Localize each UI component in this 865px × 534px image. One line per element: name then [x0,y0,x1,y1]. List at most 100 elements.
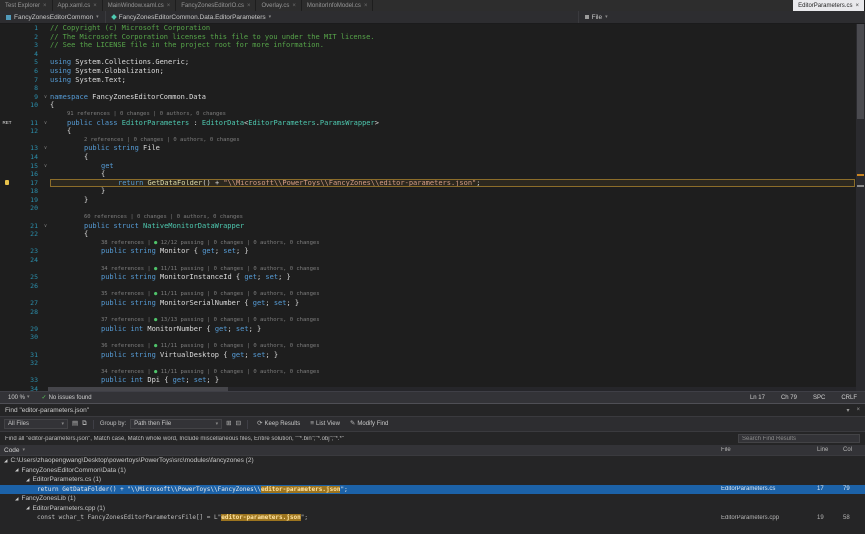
list-view-button[interactable]: ≡ List View [307,421,343,428]
breakpoint-margin[interactable] [0,359,14,368]
breakpoint-margin[interactable] [0,282,14,291]
close-icon[interactable]: × [292,3,296,9]
files-filter-dropdown[interactable]: All Files ▾ [4,419,68,429]
file-column-header[interactable]: File [721,447,817,453]
breakpoint-margin[interactable] [0,333,14,342]
breakpoint-margin[interactable]: RET [0,119,14,128]
member-dropdown[interactable]: File ▾ [579,11,865,23]
breakpoint-margin[interactable] [0,230,14,239]
code-column-header[interactable]: Code ▾ [0,447,721,454]
find-result-match[interactable]: return GetDataFolder() + "\\Microsoft\\P… [0,485,865,495]
breakpoint-margin[interactable] [0,136,14,145]
collapse-all-icon[interactable]: ⊟ [236,421,241,428]
close-icon[interactable]: × [856,407,860,414]
collapse-icon[interactable]: ◢ [26,477,29,483]
close-icon[interactable]: × [364,3,368,9]
breakpoint-margin[interactable] [0,247,14,256]
col-column-header[interactable]: Col [843,447,865,453]
editor-horizontal-scrollbar[interactable] [48,387,856,391]
fold-icon[interactable]: ∨ [41,93,50,102]
collapse-icon[interactable]: ◢ [26,505,29,511]
document-health-indicator[interactable]: ✓ No issues found [42,394,92,401]
breakpoint-margin[interactable] [0,325,14,334]
code-editor[interactable]: 1// Copyright (c) Microsoft Corporation2… [0,24,865,391]
tab-overlay-cs[interactable]: Overlay.cs× [256,0,301,11]
lightbulb-icon[interactable] [5,180,9,185]
breakpoint-margin[interactable] [0,187,14,196]
open-file-icon[interactable]: ▤ [72,421,78,428]
fold-icon[interactable]: ∨ [41,119,50,128]
breakpoint-margin[interactable] [0,101,14,110]
breakpoint-margin[interactable] [0,144,14,153]
codelens-row[interactable]: 2 references | 0 changes | 0 authors, 0 … [0,136,865,145]
codelens-row[interactable]: 34 references | ● 11/11 passing | 0 chan… [0,265,865,274]
keep-results-button[interactable]: ⟳ Keep Results [254,421,303,428]
breakpoint-margin[interactable] [0,204,14,213]
tab-fancyzoneseditorio-cs[interactable]: FancyZonesEditorIO.cs× [176,0,256,11]
breakpoint-margin[interactable] [0,179,14,188]
breakpoint-margin[interactable] [0,84,14,93]
collapse-icon[interactable]: ◢ [4,458,7,464]
breakpoint-margin[interactable] [0,110,14,119]
close-icon[interactable]: × [247,3,251,9]
status-line-endings[interactable]: CRLF [841,395,857,401]
find-result-group[interactable]: ◢EditorParameters.cpp (1) [0,504,865,514]
breakpoint-margin[interactable] [0,316,14,325]
zoom-control[interactable]: 100 % ▾ [8,395,30,401]
editor-scrollbar[interactable] [856,24,865,391]
fold-icon[interactable]: ∨ [41,162,50,171]
modify-find-button[interactable]: ✎ Modify Find [347,421,391,428]
breakpoint-margin[interactable] [0,33,14,42]
breakpoint-margin[interactable] [0,67,14,76]
breakpoint-margin[interactable] [0,213,14,222]
fold-icon[interactable]: ∨ [41,144,50,153]
breakpoint-margin[interactable] [0,76,14,85]
project-dropdown[interactable]: FancyZonesEditorCommon ▾ [0,11,106,23]
codelens-row[interactable]: 34 references | ● 11/11 passing | 0 chan… [0,368,865,377]
find-results-title-bar[interactable]: Find "editor-parameters.json" ▾ × [0,404,865,416]
breakpoint-margin[interactable] [0,222,14,231]
collapse-icon[interactable]: ◢ [15,496,18,502]
breakpoint-margin[interactable] [0,239,14,248]
search-find-results-input[interactable] [738,434,860,443]
breakpoint-margin[interactable] [0,153,14,162]
codelens-row[interactable]: 35 references | ● 11/11 passing | 0 chan… [0,290,865,299]
breakpoint-margin[interactable] [0,93,14,102]
tab-editorparameters-cs[interactable]: EditorParameters.cs × [793,0,865,11]
codelens-row[interactable]: 37 references | ● 13/13 passing | 0 chan… [0,316,865,325]
codelens-row[interactable]: 60 references | 0 changes | 0 authors, 0… [0,213,865,222]
scrollbar-thumb[interactable] [857,24,864,119]
tab-test-explorer[interactable]: Test Explorer× [0,0,53,11]
breakpoint-margin[interactable] [0,368,14,377]
breakpoint-margin[interactable] [0,376,14,385]
breakpoint-margin[interactable] [0,273,14,282]
breakpoint-margin[interactable] [0,41,14,50]
tab-mainwindow-xaml-cs[interactable]: MainWindow.xaml.cs× [103,0,177,11]
breakpoint-margin[interactable] [0,290,14,299]
type-dropdown[interactable]: FancyZonesEditorCommon.Data.EditorParame… [106,11,579,23]
breakpoint-margin[interactable] [0,24,14,33]
tab-monitorinfomodel-cs[interactable]: MonitorInfoModel.cs× [302,0,374,11]
line-column-header[interactable]: Line [817,447,843,453]
status-line[interactable]: Ln 17 [750,395,765,401]
status-indent-mode[interactable]: SPC [813,395,825,401]
breakpoint-margin[interactable] [0,162,14,171]
collapse-icon[interactable]: ◢ [15,467,18,473]
codelens-row[interactable]: 36 references | ● 11/11 passing | 0 chan… [0,342,865,351]
breakpoint-margin[interactable] [0,127,14,136]
breakpoint-margin[interactable] [0,265,14,274]
breakpoint-margin[interactable] [0,308,14,317]
close-icon[interactable]: × [93,3,97,9]
breakpoint-margin[interactable] [0,50,14,59]
find-result-group[interactable]: ◢FancyZonesLib (1) [0,494,865,504]
breakpoint-margin[interactable] [0,196,14,205]
close-icon[interactable]: × [43,3,47,9]
status-column[interactable]: Ch 79 [781,395,797,401]
codelens-row[interactable]: 91 references | 0 changes | 0 authors, 0… [0,110,865,119]
close-icon[interactable]: × [167,3,171,9]
breakpoint-margin[interactable] [0,342,14,351]
breakpoint-margin[interactable] [0,299,14,308]
find-result-group[interactable]: ◢EditorParameters.cs (1) [0,475,865,485]
group-by-dropdown[interactable]: Path then File ▾ [130,419,222,429]
find-result-group[interactable]: ◢C:\Users\zhaopengwang\Desktop\powertoys… [0,456,865,466]
